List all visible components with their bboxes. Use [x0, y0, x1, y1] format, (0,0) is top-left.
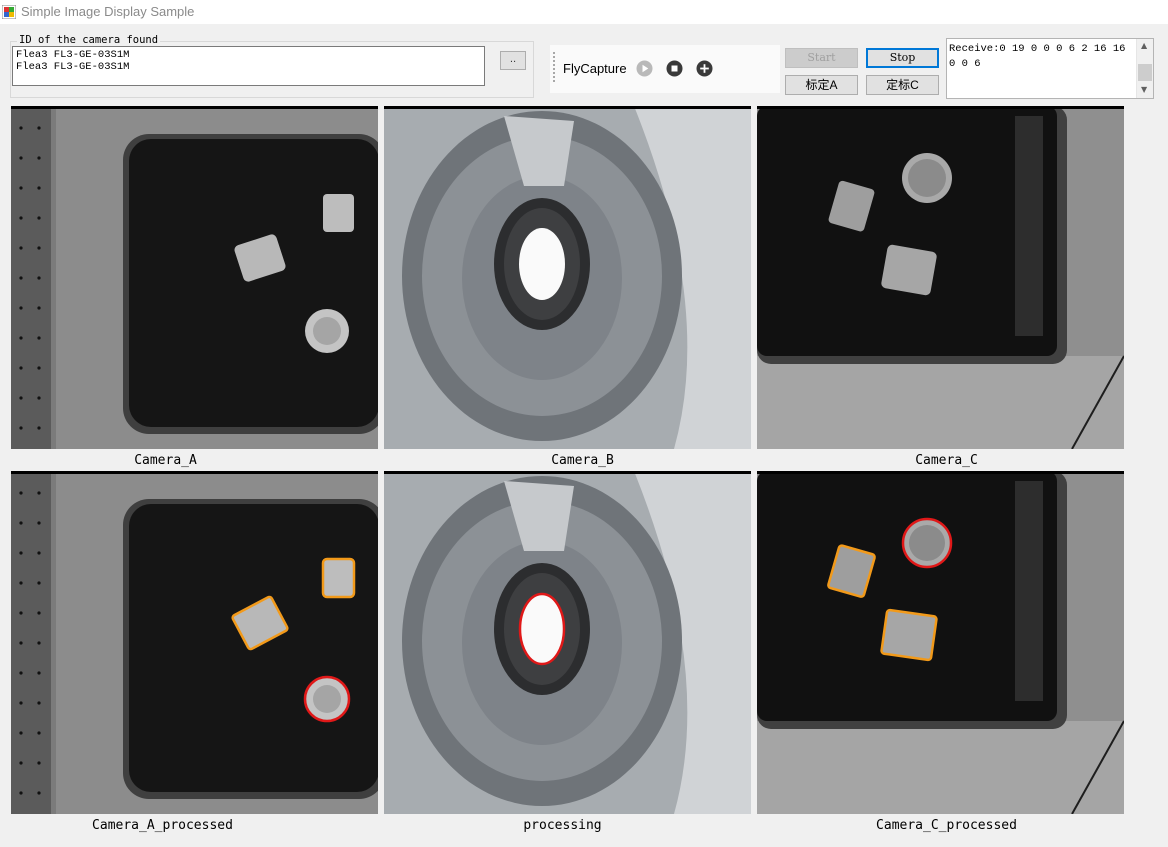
play-icon[interactable]: [636, 60, 653, 77]
app-icon: [2, 5, 16, 19]
scroll-down-icon[interactable]: ▼: [1141, 86, 1147, 94]
processing-view: [384, 471, 751, 814]
camera-c-processed-view: [757, 471, 1124, 814]
window-title: Simple Image Display Sample: [21, 4, 195, 19]
camera-c-view: [757, 106, 1124, 449]
processing-caption: processing: [523, 818, 602, 833]
receive-text: Receive:0 19 0 0 0 6 2 16 16 0 0 6: [949, 43, 1126, 70]
stop-button[interactable]: Stop: [866, 48, 939, 68]
camera-a-view: [11, 106, 378, 449]
flycapture-toolbar: FlyCapture: [550, 45, 780, 93]
camera-a-processed-caption: Camera_A_processed: [92, 818, 233, 833]
camera-list-item[interactable]: Flea3 FL3-GE-03S1M: [16, 61, 481, 73]
add-icon[interactable]: [696, 60, 713, 77]
camera-a-caption: Camera_A: [134, 453, 197, 468]
scroll-thumb[interactable]: [1138, 64, 1152, 81]
camera-a-processed-view: [11, 471, 378, 814]
camera-b-caption: Camera_B: [551, 453, 614, 468]
scroll-up-icon[interactable]: ▲: [1141, 42, 1147, 50]
stop-icon[interactable]: [666, 60, 683, 77]
start-button[interactable]: Start: [785, 48, 858, 68]
camera-groupbox: ID of the camera found Flea3 FL3-GE-03S1…: [10, 34, 534, 98]
camera-c-caption: Camera_C: [915, 453, 978, 468]
camera-list[interactable]: Flea3 FL3-GE-03S1M Flea3 FL3-GE-03S1M: [12, 46, 485, 86]
camera-list-item[interactable]: Flea3 FL3-GE-03S1M: [16, 49, 481, 61]
receive-scrollbar[interactable]: ▲ ▼: [1136, 39, 1153, 98]
toolbar-grip[interactable]: [553, 52, 555, 82]
title-bar: Simple Image Display Sample: [0, 0, 1168, 24]
calibrate-a-button[interactable]: 标定A: [785, 75, 858, 95]
camera-c-processed-caption: Camera_C_processed: [876, 818, 1017, 833]
browse-button[interactable]: ..: [500, 51, 526, 70]
camera-b-view: [384, 106, 751, 449]
receive-textbox[interactable]: Receive:0 19 0 0 0 6 2 16 16 0 0 6 ▲ ▼: [946, 38, 1154, 99]
toolbar-label: FlyCapture: [563, 61, 627, 76]
calibrate-c-button[interactable]: 定标C: [866, 75, 939, 95]
